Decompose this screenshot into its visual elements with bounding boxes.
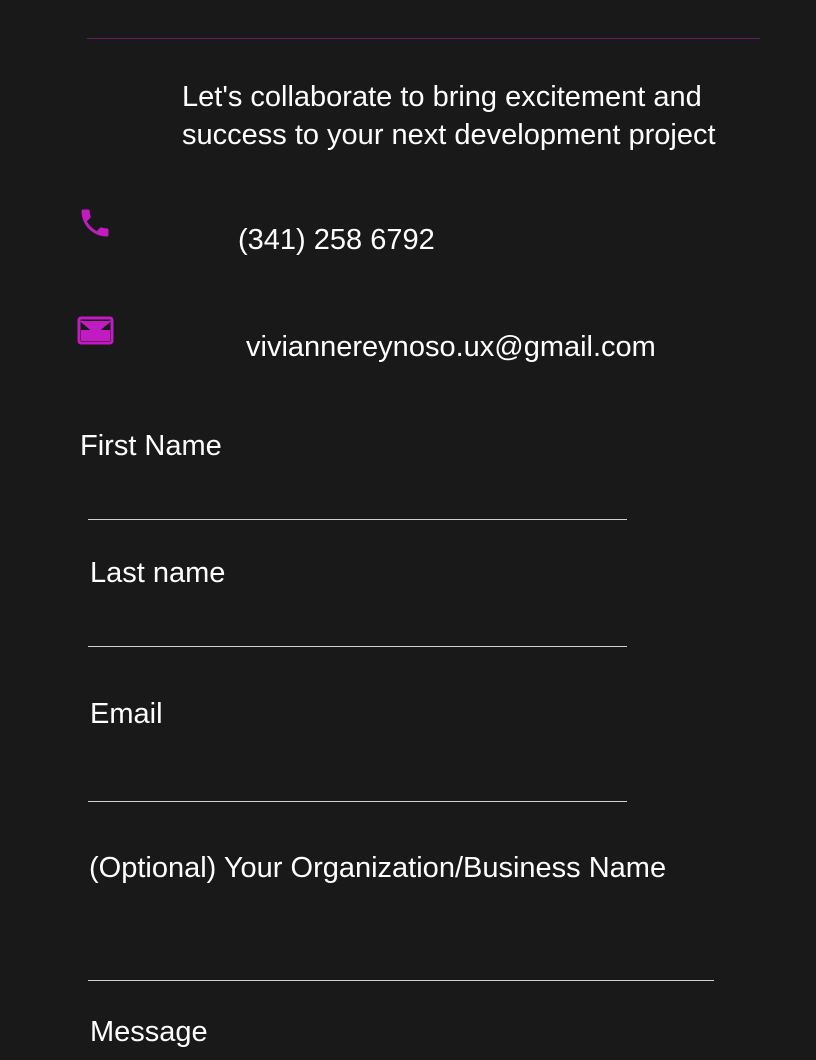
email-label: Email <box>90 698 163 730</box>
last-name-label: Last name <box>90 557 226 589</box>
email-address[interactable]: viviannereynoso.ux@gmail.com <box>246 329 656 365</box>
message-label: Message <box>90 1016 208 1048</box>
contact-page: Let's collaborate to bring excitement an… <box>0 0 816 1060</box>
mail-icon <box>77 316 114 345</box>
organization-label: (Optional) Your Organization/Business Na… <box>89 852 667 884</box>
contact-tagline: Let's collaborate to bring excitement an… <box>182 81 716 151</box>
section-divider <box>87 38 760 39</box>
first-name-input[interactable] <box>88 480 627 520</box>
first-name-label: First Name <box>80 430 222 462</box>
phone-number[interactable]: (341) 258 6792 <box>238 222 435 258</box>
last-name-input[interactable] <box>88 607 627 647</box>
phone-icon <box>81 209 109 237</box>
organization-input[interactable] <box>88 941 714 981</box>
email-input[interactable] <box>88 762 627 802</box>
